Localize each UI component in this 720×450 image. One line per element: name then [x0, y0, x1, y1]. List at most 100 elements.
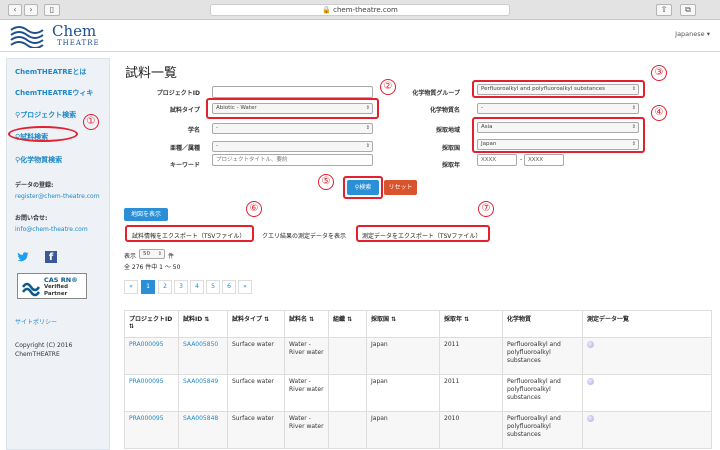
address-bar[interactable]: 🔒 chem-theatre.com — [210, 4, 510, 16]
sort-icon[interactable]: ⇅ — [309, 316, 314, 323]
cell-text: River water — [289, 349, 324, 356]
column-header-sample-id[interactable]: 試料ID ⇅ — [178, 310, 228, 338]
data-registration-email[interactable]: register@chem-theatre.com — [15, 193, 100, 200]
sample-id-link[interactable]: SAA005850 — [178, 337, 228, 375]
column-header-country[interactable]: 採取国 ⇅ — [366, 310, 440, 338]
page-size-select[interactable]: 50 ⇕ — [139, 249, 165, 259]
sort-icon[interactable]: ⇅ — [264, 316, 269, 323]
pagination-page-2[interactable]: 2 — [158, 280, 172, 294]
pagination-page-4[interactable]: 4 — [190, 280, 204, 294]
project-id-input[interactable] — [212, 86, 373, 98]
site-policy-link[interactable]: サイトポリシー — [15, 317, 57, 326]
cas-verified-partner-badge: CAS RN® Verified Partner — [17, 273, 87, 299]
chevron-updown-icon: ⇕ — [365, 125, 370, 131]
sidebar-item-wiki[interactable]: ChemTHEATREウィキ — [15, 88, 93, 98]
sample-type-cell: Surface water — [227, 337, 285, 375]
chemical-cell: Perfluoroalkyl and polyfluoroalkyl substan… — [502, 411, 583, 449]
sort-icon[interactable]: ⇅ — [347, 316, 352, 323]
pagination-page-5[interactable]: 5 — [206, 280, 220, 294]
year-from-input[interactable]: XXXX — [477, 154, 517, 166]
cell-text: substances — [507, 431, 541, 438]
tissue-cell — [328, 337, 367, 375]
column-header-sample-name[interactable]: 試料名 ⇅ — [284, 310, 329, 338]
column-header-label: 測定データ一覧 — [587, 316, 630, 323]
annotation-highlight-6 — [125, 225, 254, 242]
pagination-page-1[interactable]: 1 — [141, 280, 155, 294]
pagination-prev[interactable]: « — [124, 280, 138, 294]
measurement-view-icon[interactable] — [587, 378, 594, 385]
chemical-cell: Perfluoroalkyl and polyfluoroalkyl substan… — [502, 337, 583, 375]
measurement-cell — [582, 337, 712, 375]
scientific-name-select[interactable]: - ⇕ — [212, 123, 373, 134]
year-to-input[interactable]: XXXX — [524, 154, 564, 166]
country-cell: Japan — [366, 337, 440, 375]
show-query-measurements-button[interactable]: クエリ結果の測定データを表示 — [262, 231, 346, 240]
project-id-link[interactable]: PRA000095 — [124, 411, 179, 449]
copyright-line-2: ChemTHEATRE — [15, 351, 60, 358]
tabs-icon[interactable]: ⧉ — [680, 4, 696, 16]
sample-id-link[interactable]: SAA005849 — [178, 374, 228, 412]
facebook-icon[interactable]: f — [45, 251, 57, 263]
sidebar-item-project-search[interactable]: ⚲プロジェクト検索 — [15, 110, 76, 120]
family-select[interactable]: - ⇕ — [212, 141, 373, 152]
forward-icon[interactable]: › — [24, 4, 38, 16]
sidebar-item-label: プロジェクト検索 — [20, 111, 77, 119]
sort-icon[interactable]: ⇅ — [129, 323, 134, 330]
project-id-link[interactable]: PRA000095 — [124, 337, 179, 375]
pagination-page-3[interactable]: 3 — [174, 280, 188, 294]
cell-text: substances — [507, 394, 541, 401]
tissue-cell — [328, 411, 367, 449]
region-label: 採取地域 — [435, 127, 460, 134]
sample-type-cell: Surface water — [227, 374, 285, 412]
sidebar-toggle-icon[interactable]: ▯ — [44, 4, 60, 16]
keyword-input[interactable]: プロジェクトタイトル、要約 — [212, 154, 373, 166]
measurement-view-icon[interactable] — [587, 341, 594, 348]
year-cell: 2011 — [439, 337, 503, 375]
column-header-label: 採取国 — [371, 316, 390, 323]
column-header-label: プロジェクトID — [129, 316, 173, 323]
chemical-name-select[interactable]: - ⇕ — [477, 103, 639, 114]
pagination-page-6[interactable]: 6 — [222, 280, 236, 294]
country-label: 採取国 — [441, 145, 460, 152]
column-header-year[interactable]: 採取年 ⇅ — [439, 310, 503, 338]
column-header-sample-type[interactable]: 試料タイプ ⇅ — [227, 310, 285, 338]
column-header-project-id[interactable]: プロジェクトID ⇅ — [124, 310, 179, 338]
measurement-view-icon[interactable] — [587, 415, 594, 422]
year-cell: 2010 — [439, 411, 503, 449]
twitter-icon[interactable] — [17, 251, 29, 263]
table-row: PRA000095 SAA005849 Surface water Water … — [124, 374, 712, 412]
show-map-button[interactable]: 地図を表示 — [124, 208, 168, 221]
sort-icon[interactable]: ⇅ — [391, 316, 396, 323]
tissue-cell — [328, 374, 367, 412]
sort-icon[interactable]: ⇅ — [464, 316, 469, 323]
keyword-label: キーワード — [169, 162, 200, 169]
cell-text: Perfluoroalkyl and — [507, 415, 561, 422]
column-header-label: 化学物質 — [507, 316, 532, 323]
contact-email[interactable]: info@chem-theatre.com — [15, 226, 88, 233]
cas-verified: Verified — [44, 284, 69, 290]
sample-type-cell: Surface water — [227, 411, 285, 449]
annotation-number-5: ⑤ — [318, 174, 334, 190]
pagination-next[interactable]: » — [238, 280, 252, 294]
select-value: - — [216, 143, 218, 149]
project-id-label: プロジェクトID — [156, 90, 200, 97]
share-icon[interactable]: ⇧ — [656, 4, 672, 16]
sample-type-label: 試料タイプ — [169, 107, 200, 114]
sidebar-item-about[interactable]: ChemTHEATREとは — [15, 67, 86, 77]
project-id-link[interactable]: PRA000095 — [124, 374, 179, 412]
cas-logo-icon — [21, 282, 41, 297]
sidebar-item-chemical-search[interactable]: ⚲化学物質検索 — [15, 155, 62, 165]
reset-button[interactable]: リセット — [384, 180, 417, 195]
annotation-number-6: ⑥ — [246, 201, 262, 217]
measurement-cell — [582, 374, 712, 412]
language-selector[interactable]: Japanese ▾ — [675, 30, 710, 38]
annotation-highlight-4 — [472, 117, 645, 153]
select-value: - — [481, 105, 483, 111]
sort-icon[interactable]: ⇅ — [204, 316, 209, 323]
column-header-tissue[interactable]: 組織 ⇅ — [328, 310, 367, 338]
back-icon[interactable]: ‹ — [8, 4, 22, 16]
sample-name-cell: Water - River water — [284, 411, 329, 449]
annotation-number-7: ⑦ — [478, 201, 494, 217]
sample-id-link[interactable]: SAA005848 — [178, 411, 228, 449]
chemtheatre-logo[interactable]: Chem THEATRE — [10, 22, 100, 50]
